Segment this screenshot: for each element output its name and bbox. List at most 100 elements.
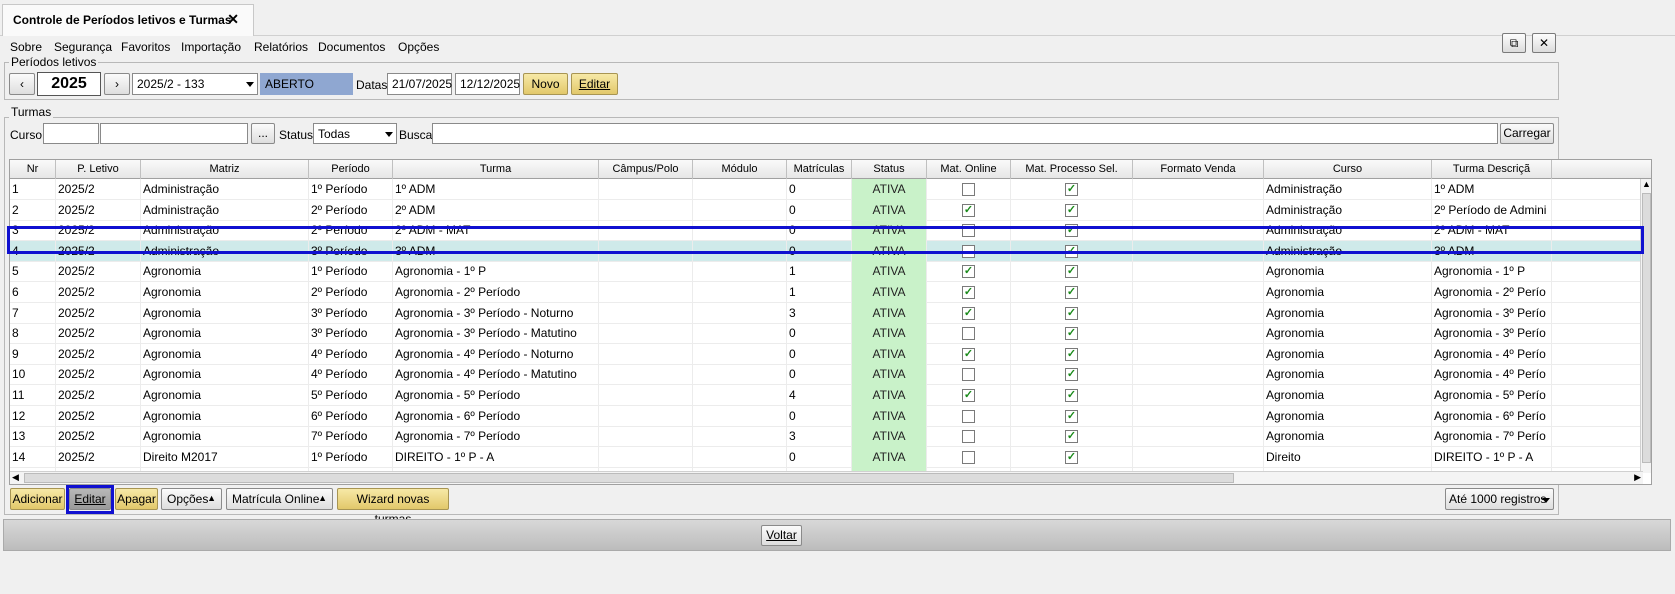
scroll-left-icon[interactable]: ◀ xyxy=(12,472,19,483)
horizontal-scrollbar[interactable]: ◀ ▶ xyxy=(10,471,1643,484)
table-row[interactable]: 3 2025/2 Administração 2º Período 2º ADM - M… xyxy=(10,220,1643,242)
mat-online-checkbox[interactable] xyxy=(962,450,975,464)
menu-documentos[interactable]: Documentos xyxy=(318,40,385,54)
mat-processo-sel-cell[interactable]: ✓ xyxy=(1011,220,1133,242)
menu-favoritos[interactable]: Favoritos xyxy=(121,40,170,54)
col-nr-header[interactable]: Nr xyxy=(10,160,56,179)
mat-processo-checkbox[interactable]: ✓ xyxy=(1065,389,1078,402)
opcoes-button[interactable]: Opções ▲ xyxy=(161,488,222,510)
scroll-right-icon[interactable]: ▶ xyxy=(1634,472,1641,483)
mat-online-cell[interactable] xyxy=(927,179,1011,200)
mat-online-checkbox[interactable] xyxy=(962,409,975,423)
curso-name-field[interactable] xyxy=(100,123,248,144)
apagar-button[interactable]: Apagar xyxy=(115,488,158,510)
mat-online-cell[interactable]: ✓ xyxy=(927,282,1011,303)
mat-processo-checkbox[interactable]: ✓ xyxy=(1065,306,1078,320)
popout-icon[interactable]: ⧉ xyxy=(1502,33,1526,53)
table-row[interactable]: 13 2025/2 Agronomia 7º Período Agronomia - 7… xyxy=(10,426,1643,448)
mat-processo-sel-cell[interactable]: ✓ xyxy=(1011,199,1133,221)
mat-online-cell[interactable] xyxy=(927,364,1011,386)
table-row[interactable]: 9 2025/2 Agronomia 4º Período Agronomia - 4º… xyxy=(10,343,1643,365)
mat-processo-checkbox[interactable]: ✓ xyxy=(1065,224,1078,238)
mat-processo-sel-cell[interactable]: ✓ xyxy=(1011,282,1133,303)
period-select[interactable]: 2025/2 - 133 xyxy=(132,73,258,95)
tab-close-icon[interactable]: ✕ xyxy=(227,11,239,28)
mat-online-checkbox[interactable] xyxy=(962,327,975,341)
mat-processo-sel-cell[interactable]: ✓ xyxy=(1011,364,1133,386)
curso-search-button[interactable]: ... xyxy=(251,123,275,144)
mat-processo-sel-cell[interactable]: ✓ xyxy=(1011,446,1133,468)
menu-opcoes[interactable]: Opções xyxy=(398,40,439,54)
col-turma-header[interactable]: Turma xyxy=(393,160,599,179)
col-turma-descricao-header[interactable]: Turma Descriçã xyxy=(1432,160,1552,179)
mat-online-checkbox[interactable]: ✓ xyxy=(962,389,975,402)
mat-processo-checkbox[interactable]: ✓ xyxy=(1065,347,1078,361)
mat-online-checkbox[interactable] xyxy=(962,183,975,196)
mat-processo-sel-cell[interactable]: ✓ xyxy=(1011,261,1133,283)
year-field[interactable]: 2025 xyxy=(37,72,101,96)
table-row[interactable]: 1 2025/2 Administração 1º Período 1º ADM 0 ATI… xyxy=(10,179,1643,200)
mat-online-cell[interactable]: ✓ xyxy=(927,343,1011,365)
col-formato-venda-header[interactable]: Formato Venda xyxy=(1133,160,1264,179)
table-row[interactable]: 6 2025/2 Agronomia 2º Período Agronomia - 2º… xyxy=(10,282,1643,303)
table-row[interactable]: 14 2025/2 Direito M2017 1º Período DIREITO -… xyxy=(10,446,1643,468)
mat-online-cell[interactable] xyxy=(927,323,1011,345)
mat-processo-checkbox[interactable]: ✓ xyxy=(1065,183,1078,196)
table-row[interactable]: 7 2025/2 Agronomia 3º Período Agronomia - 3º… xyxy=(10,302,1643,324)
scroll-up-icon[interactable]: ▲ xyxy=(1642,179,1651,191)
mat-processo-checkbox[interactable]: ✓ xyxy=(1065,203,1078,217)
mat-online-cell[interactable]: ✓ xyxy=(927,199,1011,221)
menu-seguranca[interactable]: Segurança xyxy=(54,40,112,54)
mat-online-checkbox[interactable]: ✓ xyxy=(962,347,975,361)
col-curso-header[interactable]: Curso xyxy=(1264,160,1432,179)
mat-online-cell[interactable] xyxy=(927,220,1011,242)
mat-processo-checkbox[interactable]: ✓ xyxy=(1065,286,1078,299)
mat-processo-sel-cell[interactable]: ✓ xyxy=(1011,343,1133,365)
table-row[interactable]: 11 2025/2 Agronomia 5º Período Agronomia - 5… xyxy=(10,385,1643,406)
table-row[interactable]: 2 2025/2 Administração 2º Período 2º ADM 0 ATI… xyxy=(10,199,1643,221)
adicionar-button[interactable]: Adicionar xyxy=(10,488,65,510)
mat-processo-sel-cell[interactable]: ✓ xyxy=(1011,240,1133,262)
mat-online-cell[interactable]: ✓ xyxy=(927,302,1011,324)
col-mat-online-header[interactable]: Mat. Online xyxy=(927,160,1011,179)
col-campus-polo-header[interactable]: Câmpus/Polo xyxy=(599,160,693,179)
mat-processo-sel-cell[interactable]: ✓ xyxy=(1011,323,1133,345)
tab-periodos-turmas[interactable]: Controle de Períodos letivos e Turmas ✕ xyxy=(2,4,254,36)
curso-code-field[interactable] xyxy=(43,123,99,144)
mat-online-checkbox[interactable] xyxy=(962,368,975,382)
mat-processo-checkbox[interactable]: ✓ xyxy=(1065,244,1078,258)
status-select[interactable]: Todas xyxy=(313,123,397,144)
next-year-button[interactable]: › xyxy=(104,73,130,95)
mat-processo-checkbox[interactable]: ✓ xyxy=(1065,327,1078,341)
mat-processo-checkbox[interactable]: ✓ xyxy=(1065,409,1078,423)
col-mat-processo-sel-header[interactable]: Mat. Processo Sel. xyxy=(1011,160,1133,179)
table-row[interactable]: 4 2025/2 Administração 3º Período 3º ADM 0 ATI… xyxy=(10,240,1643,262)
mat-processo-sel-cell[interactable]: ✓ xyxy=(1011,302,1133,324)
col-modulo-header[interactable]: Módulo xyxy=(693,160,787,179)
col-matriz-header[interactable]: Matriz xyxy=(141,160,309,179)
mat-processo-checkbox[interactable]: ✓ xyxy=(1065,368,1078,382)
menu-sobre[interactable]: Sobre xyxy=(10,40,42,54)
editar-turma-button[interactable]: Editar xyxy=(69,488,111,510)
mat-online-cell[interactable] xyxy=(927,446,1011,468)
col-status-header[interactable]: Status xyxy=(852,160,927,179)
voltar-button[interactable]: Voltar xyxy=(761,525,802,546)
carregar-button[interactable]: Carregar xyxy=(1500,123,1554,144)
mat-online-checkbox[interactable] xyxy=(962,244,975,258)
mat-online-cell[interactable] xyxy=(927,240,1011,262)
vertical-scroll-thumb[interactable] xyxy=(1642,193,1651,463)
window-close-icon[interactable]: ✕ xyxy=(1532,33,1556,53)
table-row[interactable]: 8 2025/2 Agronomia 3º Período Agronomia - 3º… xyxy=(10,323,1643,345)
mat-processo-checkbox[interactable]: ✓ xyxy=(1065,430,1078,444)
record-limit-select[interactable]: Até 1000 registros xyxy=(1445,488,1554,510)
mat-online-cell[interactable] xyxy=(927,426,1011,448)
mat-processo-sel-cell[interactable]: ✓ xyxy=(1011,405,1133,427)
col-p-letivo-header[interactable]: P. Letivo xyxy=(56,160,141,179)
matricula-online-button[interactable]: Matrícula Online ▲ xyxy=(226,488,333,510)
mat-processo-sel-cell[interactable]: ✓ xyxy=(1011,426,1133,448)
prev-year-button[interactable]: ‹ xyxy=(9,73,35,95)
table-row[interactable]: 12 2025/2 Agronomia 6º Período Agronomia - 6… xyxy=(10,405,1643,427)
menu-relatorios[interactable]: Relatórios xyxy=(254,40,308,54)
mat-online-cell[interactable]: ✓ xyxy=(927,261,1011,283)
mat-online-checkbox[interactable] xyxy=(962,224,975,238)
